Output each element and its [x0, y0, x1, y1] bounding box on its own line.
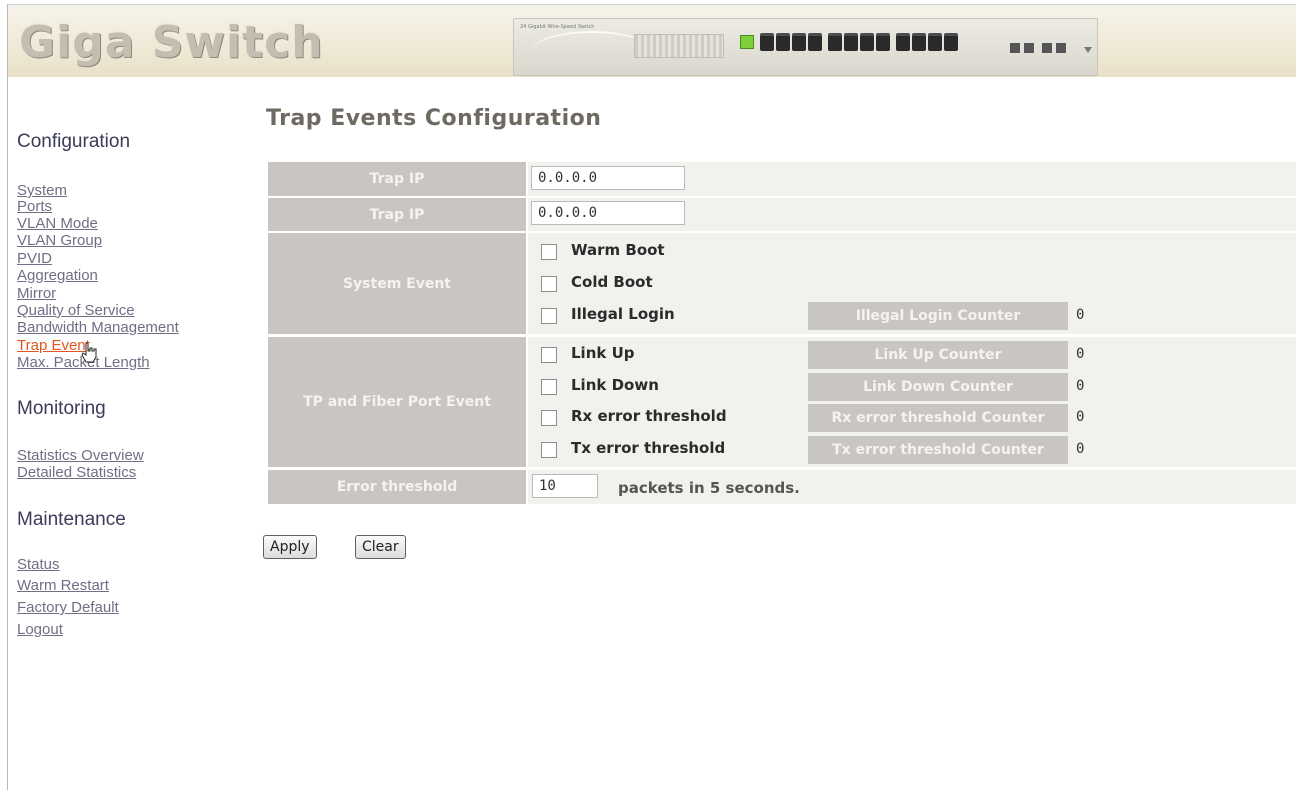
- nav-factory-default[interactable]: Factory Default: [17, 600, 119, 615]
- port-icon: [808, 33, 822, 51]
- warm-boot-checkbox[interactable]: [541, 244, 557, 260]
- nav-statistics-overview[interactable]: Statistics Overview: [17, 448, 144, 463]
- system-event-label: System Event: [268, 233, 526, 334]
- port-icon: [912, 33, 926, 51]
- nav-pvid[interactable]: PVID: [17, 251, 52, 266]
- rx-error-counter-label: Rx error threshold Counter: [808, 404, 1068, 432]
- nav-mirror[interactable]: Mirror: [17, 286, 56, 301]
- cold-boot-label: Cold Boot: [571, 273, 653, 291]
- port-icon: [792, 33, 806, 51]
- rx-error-counter-value: 0: [1076, 409, 1085, 425]
- illegal-login-counter-label: Illegal Login Counter: [808, 302, 1068, 330]
- error-threshold-suffix: packets in 5 seconds.: [618, 479, 800, 497]
- link-down-checkbox[interactable]: [541, 379, 557, 395]
- monitoring-heading: Monitoring: [17, 398, 106, 419]
- link-up-counter-value: 0: [1076, 346, 1085, 362]
- page-title: Trap Events Configuration: [266, 106, 602, 131]
- configuration-heading: Configuration: [17, 131, 131, 152]
- port-group-2: [828, 33, 890, 55]
- nav-quality-of-service[interactable]: Quality of Service: [17, 303, 135, 318]
- nav-vlan-group[interactable]: VLAN Group: [17, 233, 102, 248]
- sfp-port-icon: [1024, 43, 1034, 53]
- link-down-counter-label: Link Down Counter: [808, 373, 1068, 401]
- nav-trap-event[interactable]: Trap Event: [17, 338, 90, 353]
- port-group-1: [760, 33, 822, 55]
- link-down-counter-value: 0: [1076, 378, 1085, 394]
- warm-boot-label: Warm Boot: [571, 241, 665, 259]
- tx-error-label: Tx error threshold: [571, 439, 726, 457]
- illegal-login-counter-value: 0: [1076, 307, 1085, 323]
- port-icon: [760, 33, 774, 51]
- tx-error-checkbox[interactable]: [541, 442, 557, 458]
- illegal-login-label: Illegal Login: [571, 305, 675, 323]
- nav-logout[interactable]: Logout: [17, 622, 63, 637]
- trap-ip-label: Trap IP: [268, 162, 526, 196]
- port-icon: [776, 33, 790, 51]
- link-up-label: Link Up: [571, 344, 635, 362]
- tx-error-counter-label: Tx error threshold Counter: [808, 436, 1068, 464]
- nav-vlan-mode[interactable]: VLAN Mode: [17, 216, 98, 231]
- illegal-login-checkbox[interactable]: [541, 308, 557, 324]
- error-threshold-label: Error threshold: [268, 470, 526, 504]
- apply-button[interactable]: Apply: [263, 535, 317, 559]
- link-up-checkbox[interactable]: [541, 347, 557, 363]
- port-icon: [844, 33, 858, 51]
- port-icon: [944, 33, 958, 51]
- link-up-counter-label: Link Up Counter: [808, 341, 1068, 369]
- device-led-icon: [740, 35, 754, 49]
- rx-error-checkbox[interactable]: [541, 410, 557, 426]
- nav-aggregation[interactable]: Aggregation: [17, 268, 98, 283]
- nav-detailed-statistics[interactable]: Detailed Statistics: [17, 465, 136, 480]
- maintenance-heading: Maintenance: [17, 509, 126, 530]
- hand-cursor-icon: [80, 342, 98, 364]
- port-event-label: TP and Fiber Port Event: [268, 337, 526, 467]
- trap-ip-input-2[interactable]: [531, 201, 685, 225]
- trap-ip-label: Trap IP: [268, 198, 526, 231]
- port-icon: [860, 33, 874, 51]
- port-group-3: [896, 33, 958, 55]
- port-icon: [876, 33, 890, 51]
- nav-bandwidth-management[interactable]: Bandwidth Management: [17, 320, 179, 335]
- sfp-port-icon: [1056, 43, 1066, 53]
- port-icon: [828, 33, 842, 51]
- nav-ports[interactable]: Ports: [17, 199, 52, 214]
- nav-status[interactable]: Status: [17, 557, 60, 572]
- device-vent: [634, 34, 724, 58]
- port-icon: [896, 33, 910, 51]
- clear-button[interactable]: Clear: [355, 535, 406, 559]
- nav-system[interactable]: System: [17, 183, 67, 198]
- cold-boot-checkbox[interactable]: [541, 276, 557, 292]
- link-down-label: Link Down: [571, 376, 659, 394]
- port-icon: [928, 33, 942, 51]
- arrow-icon: [1084, 47, 1092, 53]
- switch-device-image: 24 Gigabit Wire-Speed Switch: [513, 18, 1098, 76]
- trap-ip-input-1[interactable]: [531, 166, 685, 190]
- error-threshold-input[interactable]: [532, 474, 598, 498]
- nav-warm-restart[interactable]: Warm Restart: [17, 578, 109, 593]
- rx-error-label: Rx error threshold: [571, 407, 727, 425]
- tx-error-counter-value: 0: [1076, 441, 1085, 457]
- sfp-port-icon: [1010, 43, 1020, 53]
- app-logo: Giga Switch: [19, 17, 324, 68]
- header-banner: Giga Switch 24 Gigabit Wire-Speed Switch: [8, 5, 1296, 77]
- sfp-port-icon: [1042, 43, 1052, 53]
- device-label: 24 Gigabit Wire-Speed Switch: [520, 24, 595, 30]
